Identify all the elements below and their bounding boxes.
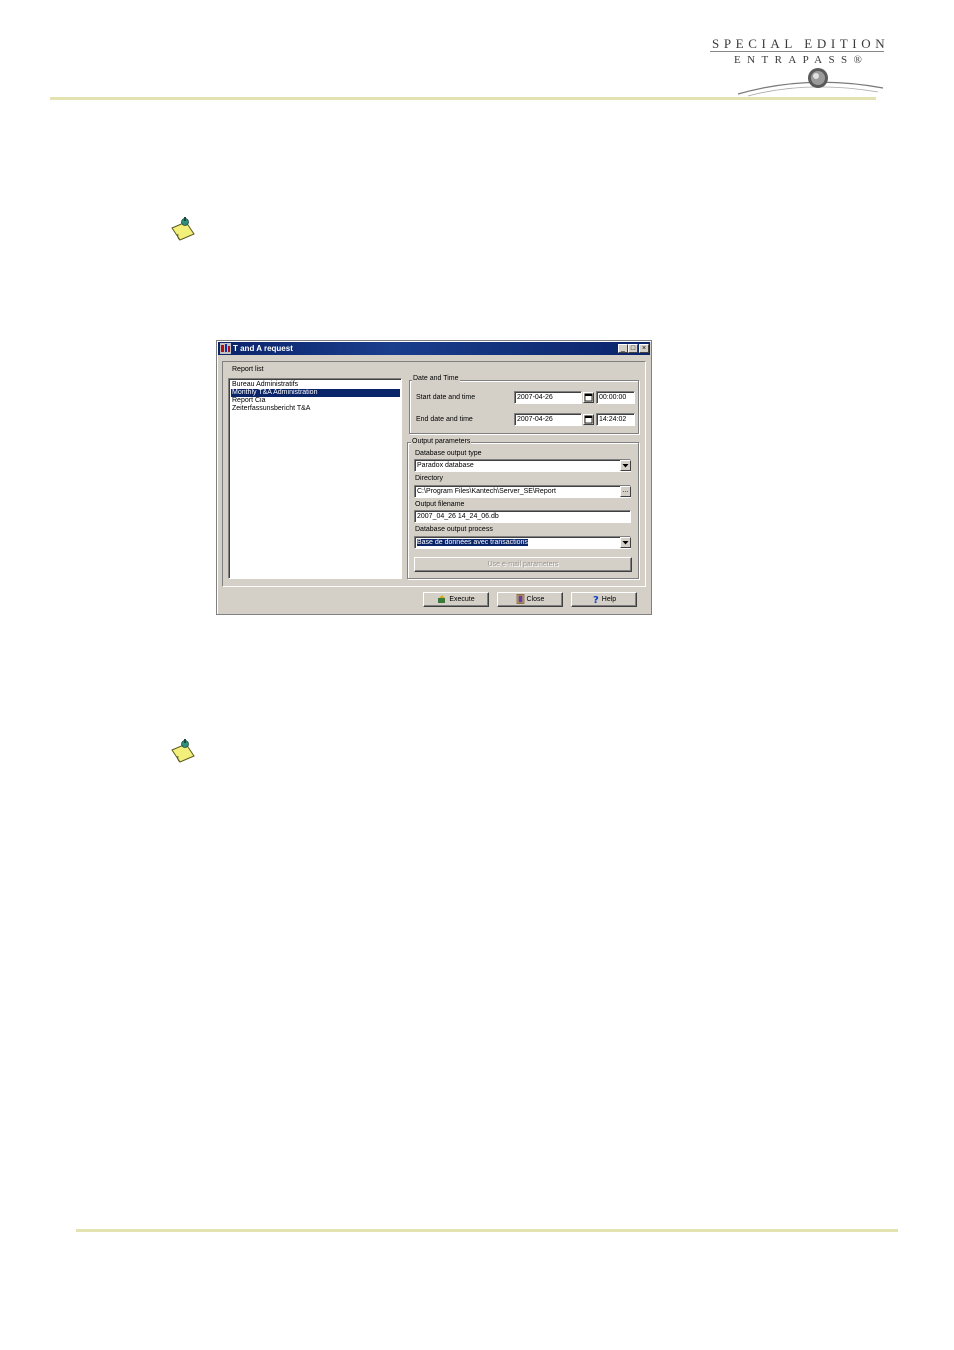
db-output-process-dropdown-button[interactable] (620, 537, 631, 548)
execute-icon (438, 594, 446, 603)
end-time-field[interactable]: 14:24:02 (596, 413, 635, 426)
app-icon (220, 343, 231, 354)
end-date-label: End date and time (416, 416, 473, 423)
start-date-field[interactable]: 2007-04-26 (514, 391, 582, 404)
special-edition-entrapass-logo: SPECIAL EDITION ENTRAPASS® (708, 34, 888, 100)
email-parameters-button[interactable]: Use e-mail parameters (414, 557, 632, 572)
list-item[interactable]: Report Cia (231, 397, 400, 405)
end-date-field[interactable]: 2007-04-26 (514, 413, 582, 426)
report-list[interactable]: Bureau Administratifs Monthly T&A Admini… (228, 378, 402, 579)
list-item[interactable]: Bureau Administratifs (231, 381, 400, 389)
header-divider (50, 97, 876, 100)
directory-label: Directory (415, 475, 444, 482)
db-output-type-label: Database output type (415, 450, 482, 457)
window-title: T and A request (233, 344, 293, 353)
list-item[interactable]: Zeiterfassunsbericht T&A (231, 405, 400, 413)
db-output-type-select[interactable]: Paradox database (414, 459, 631, 472)
db-output-type-dropdown-button[interactable] (620, 460, 631, 471)
logo-line-1: SPECIAL EDITION (712, 36, 890, 51)
help-label: Help (601, 596, 617, 603)
footer-divider (76, 1229, 898, 1232)
chevron-down-icon (622, 541, 629, 545)
execute-label: Execute (449, 596, 475, 603)
start-date-calendar-button[interactable] (583, 392, 594, 403)
directory-field[interactable]: C:\Program Files\Kantech\Server_SE\Repor… (414, 485, 631, 498)
end-date-calendar-button[interactable] (583, 414, 594, 425)
note-icon (171, 217, 195, 241)
help-button[interactable]: ? Help (571, 592, 637, 607)
output-parameters-group-title: Output parameters (411, 438, 472, 446)
execute-button[interactable]: Execute (423, 592, 489, 607)
window-titlebar[interactable]: T and A request _ □ × (218, 342, 650, 355)
close-window-button[interactable]: × (639, 344, 649, 353)
db-output-process-label: Database output process (415, 526, 493, 533)
minimize-button[interactable]: _ (618, 344, 628, 353)
browse-directory-button[interactable]: ... (620, 486, 631, 497)
output-filename-label: Output filename (415, 501, 465, 508)
date-time-group-title: Date and Time (412, 375, 460, 383)
calendar-icon (584, 393, 593, 402)
chevron-down-icon (622, 464, 629, 468)
logo-swoosh-icon (737, 68, 884, 97)
calendar-icon (584, 415, 593, 424)
maximize-button[interactable]: □ (628, 344, 638, 353)
note-icon (171, 739, 195, 763)
list-item-selected[interactable]: Monthly T&A Administration (231, 389, 400, 397)
door-icon (516, 594, 524, 604)
logo-divider (710, 51, 884, 52)
start-time-field[interactable]: 00:00:00 (596, 391, 635, 404)
output-filename-field[interactable]: 2007_04_26 14_24_06.db (414, 510, 631, 523)
svg-text:?: ? (593, 595, 599, 604)
db-output-process-select[interactable]: Base de données avec transactions (414, 536, 631, 549)
question-mark-icon: ? (593, 595, 599, 604)
report-list-label: Report list (232, 366, 264, 373)
db-output-process-value: Base de données avec transactions (417, 539, 528, 546)
close-button[interactable]: Close (497, 592, 563, 607)
start-date-label: Start date and time (416, 394, 476, 401)
close-label: Close (526, 596, 545, 603)
t-and-a-request-window: T and A request _ □ × Report list Bureau… (216, 340, 652, 615)
